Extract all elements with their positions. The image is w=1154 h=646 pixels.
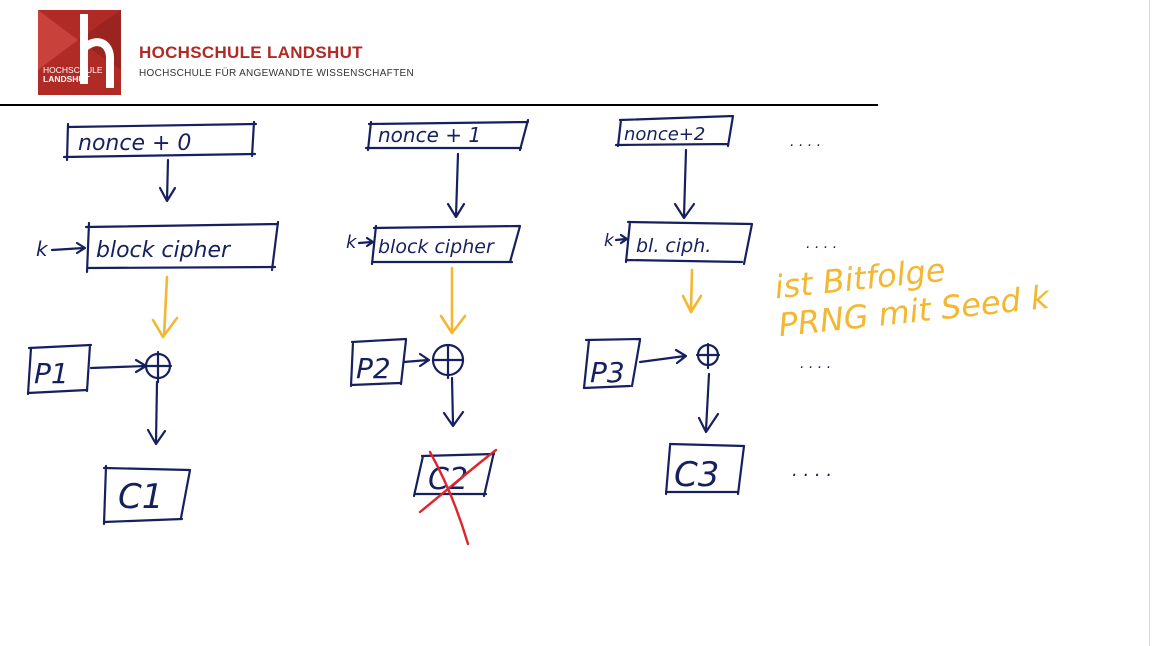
arrow-xor-cipher-2: [442, 376, 465, 428]
ellipsis-ciphertext: . . . .: [792, 460, 832, 481]
key-arrow-1: [50, 241, 87, 255]
key-arrow-2: [357, 236, 375, 248]
ellipsis-xor: . . . .: [800, 356, 831, 372]
cipher-label-1: block cipher: [96, 238, 232, 263]
ellipsis-nonce: . . . .: [790, 134, 821, 150]
arrow-nonce-cipher-3: [673, 148, 696, 220]
arrow-xor-cipher-3: [697, 372, 720, 434]
xor-2: [431, 343, 465, 380]
ciphertext-label-3: C3: [674, 455, 719, 495]
column-3: nonce+2 k bl. ciph. P3 C3: [582, 114, 754, 496]
arrow-nonce-cipher-2: [446, 152, 466, 219]
keystream-arrow-1: [151, 275, 179, 339]
nonce-label-3: nonce+2: [624, 124, 705, 145]
xor-1: [143, 350, 173, 384]
nonce-label-2: nonce + 1: [378, 123, 481, 147]
plaintext-label-1: P1: [34, 357, 69, 390]
arrow-xor-cipher-1: [146, 380, 167, 446]
ciphertext-label-1: C1: [118, 477, 163, 517]
column-1: nonce + 0 k block cipher P1 C1: [26, 120, 280, 526]
key-label-2: k: [346, 232, 358, 253]
keystream-arrow-3: [681, 268, 703, 314]
plaintext-label-2: P2: [356, 352, 391, 385]
key-label-1: k: [36, 237, 49, 261]
plaintext-label-3: P3: [590, 356, 625, 389]
xor-3: [695, 342, 721, 370]
ctr-mode-diagram: nonce + 0 k block cipher P1 C1 nonce + 1…: [26, 114, 1053, 546]
cipher-label-3: bl. ciph.: [636, 235, 711, 257]
key-label-3: k: [604, 231, 615, 251]
cipher-label-2: block cipher: [378, 236, 495, 258]
nonce-label-1: nonce + 0: [78, 131, 191, 156]
plaintext-arrow-1: [89, 358, 148, 374]
plaintext-arrow-2: [402, 352, 431, 368]
keystream-annotation: ist Bitfolge PRNG mit Seed k: [773, 251, 1053, 345]
ciphertext-label-2: C2: [428, 462, 468, 497]
arrow-nonce-cipher-1: [158, 158, 177, 203]
plaintext-arrow-3: [638, 348, 688, 365]
column-2: nonce + 1 k block cipher P2 C2: [346, 118, 530, 546]
ellipsis-cipher: . . . .: [806, 236, 837, 252]
key-arrow-3: [614, 233, 629, 245]
keystream-arrow-2: [439, 266, 467, 335]
